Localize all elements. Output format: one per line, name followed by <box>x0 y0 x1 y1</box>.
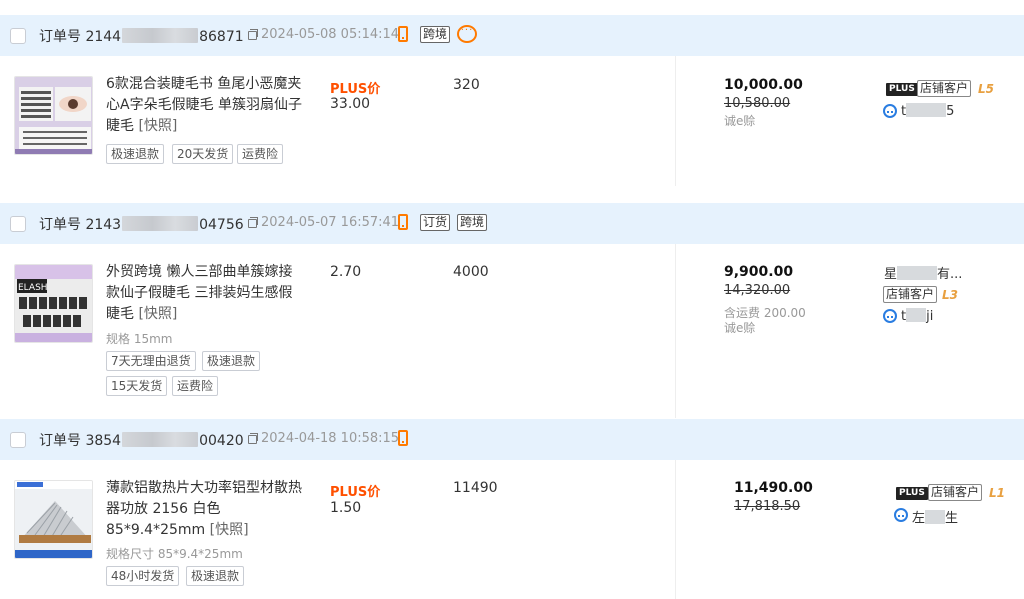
order-header: 订单号 2143 04756 2024-05-07 16:57:41 订货 跨境 <box>0 203 1024 244</box>
product-title[interactable]: 外贸跨境 懒人三部曲单簇嫁接款仙子假睫毛 三排装妈生感假睫毛 [快照] <box>106 262 306 325</box>
order-time: 2024-05-08 05:14:14 <box>261 27 400 42</box>
chat-icon[interactable]: ··· <box>457 25 477 43</box>
order-number: 订单号 2144 86871 <box>39 26 258 46</box>
unit-price: 2.70 <box>330 264 362 280</box>
order-header: 订单号 3854 00420 2024-04-18 10:58:15 <box>0 419 1024 460</box>
wangwang-icon[interactable] <box>894 508 908 522</box>
tag-cross-border: 跨境 <box>420 26 451 43</box>
snapshot-link[interactable]: [快照] <box>138 306 177 322</box>
plus-badge: PLUS <box>886 83 918 96</box>
service-tag: 运费险 <box>172 376 219 396</box>
service-tag: 运费险 <box>237 144 284 164</box>
masked-name <box>897 266 938 280</box>
tag-cross-border: 跨境 <box>457 214 488 231</box>
buyer-name[interactable]: t5 <box>901 103 954 119</box>
buyer-name[interactable]: 左生 <box>912 507 958 526</box>
phone-icon <box>398 26 408 42</box>
buyer-level: L5 <box>978 82 994 96</box>
buyer-level: L1 <box>989 486 1005 500</box>
product-title[interactable]: 薄款铝散热片大功率铝型材散热器功放 2156 白色 85*9.4*25mm [快… <box>106 478 306 541</box>
order-header: 订单号 2144 86871 2024-05-08 05:14:14 跨境 ··· <box>0 15 1024 56</box>
copy-icon[interactable] <box>247 29 258 40</box>
product-title[interactable]: 6款混合装睫毛书 鱼尾小恶魔夹心A字朵毛假睫毛 单簇羽扇仙子睫毛 [快照] <box>106 74 306 137</box>
masked-name <box>906 103 947 117</box>
masked-digits <box>122 216 199 231</box>
service-tag: 7天无理由退货 <box>106 351 196 371</box>
phone-icon <box>398 214 408 230</box>
wangwang-icon[interactable] <box>883 104 897 118</box>
order-total: 9,900.00 <box>724 264 794 280</box>
masked-name <box>906 308 927 322</box>
copy-icon[interactable] <box>247 433 258 444</box>
wangwang-icon[interactable] <box>883 309 897 323</box>
order-time: 2024-04-18 10:58:15 <box>261 431 400 446</box>
unit-price: 33.00 <box>330 96 371 112</box>
order-time: 2024-05-07 16:57:41 <box>261 215 400 230</box>
payment-note: 诚e赊 <box>724 114 756 128</box>
order-number: 订单号 3854 00420 <box>39 430 258 450</box>
column-divider <box>675 460 676 599</box>
service-tag: 48小时发货 <box>106 566 180 586</box>
snapshot-link[interactable]: [快照] <box>138 118 177 134</box>
column-divider <box>675 56 676 186</box>
service-tag: 15天发货 <box>106 376 168 396</box>
order-checkbox[interactable] <box>10 28 26 44</box>
order-card: 订单号 2144 86871 2024-05-08 05:14:14 跨境 ···… <box>0 15 1024 190</box>
quantity: 4000 <box>453 264 489 280</box>
plus-price-label: PLUS价 <box>330 485 381 500</box>
original-price: 17,818.50 <box>734 499 801 514</box>
quantity: 11490 <box>453 480 498 496</box>
tag-order: 订货 <box>420 214 451 231</box>
quantity: 320 <box>453 77 480 93</box>
product-image[interactable] <box>14 480 93 559</box>
column-divider <box>675 244 676 418</box>
product-spec: 规格 15mm <box>106 332 173 346</box>
buyer-level: L3 <box>942 288 958 302</box>
order-checkbox[interactable] <box>10 216 26 232</box>
customer-tag: 店铺客户 <box>917 80 972 97</box>
plus-badge: PLUS <box>896 487 928 500</box>
product-spec: 规格尺寸 85*9.4*25mm <box>106 547 243 561</box>
customer-tag: 店铺客户 <box>883 286 938 303</box>
service-tag: 极速退款 <box>186 566 245 586</box>
original-price: 10,580.00 <box>724 96 791 111</box>
order-total: 10,000.00 <box>724 77 803 93</box>
buyer-name[interactable]: t ji <box>901 308 933 324</box>
phone-icon <box>398 430 408 446</box>
unit-price: 1.50 <box>330 500 362 516</box>
customer-tag: 店铺客户 <box>928 484 983 501</box>
buyer-company: 星有... <box>884 266 963 282</box>
original-price: 14,320.00 <box>724 283 791 298</box>
snapshot-link[interactable]: [快照] <box>210 522 249 538</box>
masked-digits <box>122 28 199 43</box>
plus-price-label: PLUS价 <box>330 82 381 97</box>
masked-name <box>925 510 946 524</box>
copy-icon[interactable] <box>247 217 258 228</box>
order-card: 订单号 3854 00420 2024-04-18 10:58:15 薄款铝散热片… <box>0 419 1024 599</box>
service-tag: 20天发货 <box>172 144 234 164</box>
product-image[interactable]: ELASH <box>14 264 93 343</box>
order-number: 订单号 2143 04756 <box>39 214 258 234</box>
service-tag: 极速退款 <box>106 144 165 164</box>
product-image[interactable] <box>14 76 93 155</box>
payment-note: 诚e赊 <box>724 321 756 335</box>
order-checkbox[interactable] <box>10 432 26 448</box>
service-tag: 极速退款 <box>202 351 261 371</box>
order-card: 订单号 2143 04756 2024-05-07 16:57:41 订货 跨境 … <box>0 203 1024 418</box>
masked-digits <box>122 432 199 447</box>
order-total: 11,490.00 <box>734 480 813 496</box>
svg-text:ELASH: ELASH <box>18 283 48 293</box>
